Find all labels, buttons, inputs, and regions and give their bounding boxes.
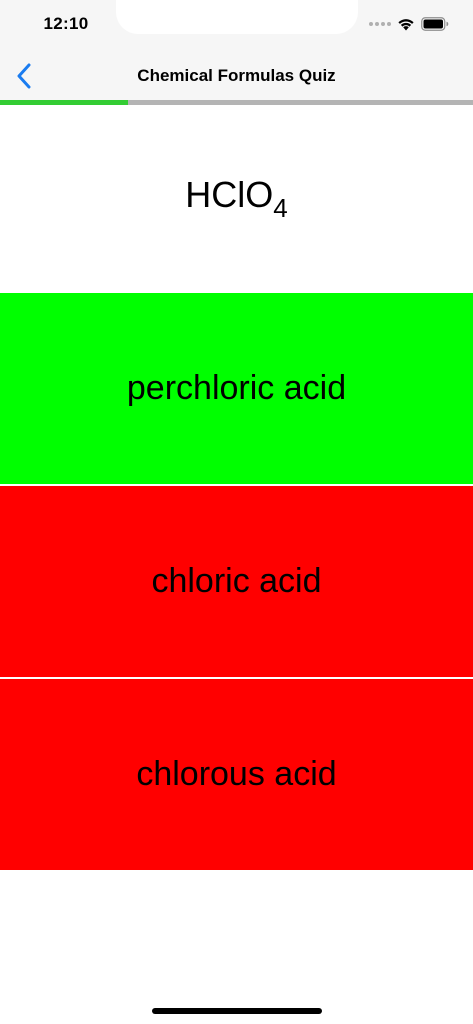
device-notch: [116, 0, 358, 34]
quiz-screen: 12:10 Chemical Formulas Quiz HClO4 perch…: [0, 0, 473, 1024]
chevron-left-icon: [17, 63, 31, 89]
answer-label: chlorous acid: [136, 755, 337, 793]
answer-option-1[interactable]: perchloric acid: [0, 293, 473, 484]
navigation-bar: Chemical Formulas Quiz: [0, 52, 473, 100]
answer-label: perchloric acid: [126, 369, 347, 407]
page-title: Chemical Formulas Quiz: [137, 66, 336, 85]
chemical-formula: HClO4: [185, 174, 287, 224]
answer-label: chloric acid: [151, 562, 322, 600]
status-time: 12:10: [43, 14, 89, 33]
home-indicator[interactable]: [152, 1008, 322, 1014]
battery-icon: [421, 17, 449, 31]
status-bar: 12:10: [0, 0, 473, 52]
wifi-icon: [398, 19, 414, 31]
formula-subscript: 4: [273, 193, 288, 223]
question-area: HClO4: [0, 105, 473, 293]
answer-option-2[interactable]: chloric acid: [0, 486, 473, 677]
cellular-dots-icon: [369, 22, 391, 26]
answer-option-3[interactable]: chlorous acid: [0, 679, 473, 870]
status-icons: [369, 16, 449, 32]
formula-base: HClO: [185, 174, 274, 215]
back-button[interactable]: [8, 60, 40, 92]
